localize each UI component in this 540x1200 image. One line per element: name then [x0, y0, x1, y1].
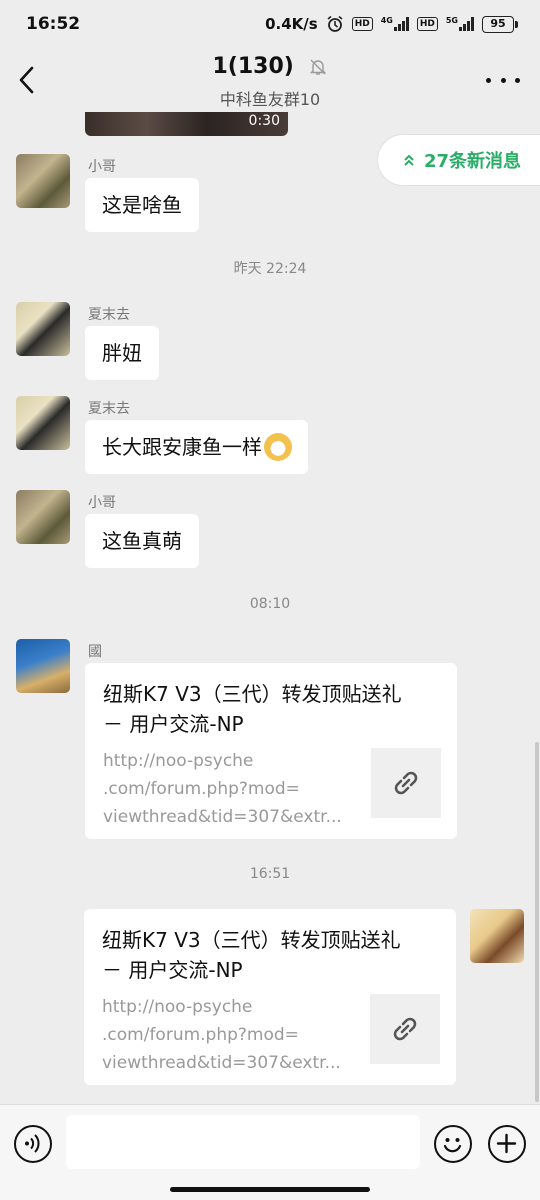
self-avatar[interactable] — [470, 909, 524, 963]
chat-title: 1(130) — [212, 54, 294, 79]
signal-5g: 5G — [446, 17, 474, 31]
sender-name: 小哥 — [88, 495, 116, 511]
message-bubble[interactable]: 长大跟安康鱼一样 — [85, 420, 308, 474]
chat-title-row: 1(130) — [0, 54, 540, 79]
chat-header: 1(130) 中科鱼友群10 — [0, 48, 540, 112]
video-message-thumbnail[interactable]: 0:30 — [85, 112, 288, 136]
avatar[interactable] — [16, 639, 70, 693]
input-bar — [0, 1104, 540, 1200]
sender-name: 國 — [88, 644, 102, 660]
timestamp: 昨天 22:24 — [233, 261, 307, 277]
emoji-button[interactable] — [434, 1125, 472, 1163]
scrollbar[interactable] — [535, 742, 539, 1102]
timestamp: 08:10 — [249, 596, 291, 612]
group-name: 中科鱼友群10 — [219, 90, 321, 109]
message-bubble[interactable]: 这鱼真萌 — [85, 514, 199, 568]
signal-bars-icon — [459, 17, 474, 31]
status-bar: 16:52 0.4K/s HD 4G HD 5G 95 — [0, 0, 540, 48]
message-text: 长大跟安康鱼一样 — [102, 435, 262, 459]
timestamp: 16:51 — [249, 866, 291, 882]
net-speed: 0.4K/s — [265, 15, 318, 33]
sender-name: 夏末去 — [88, 401, 130, 417]
avatar[interactable] — [16, 396, 70, 450]
battery-level: 95 — [482, 15, 514, 33]
message-list[interactable]: 0:30 27条新消息 小哥 这是啥鱼 昨天 22:24 夏末去 胖妞 夏末去 … — [0, 112, 540, 1104]
link-title: 纽斯K7 V3（三代）转发顶贴送礼 － 用户交流-NP — [102, 928, 401, 982]
new-messages-button[interactable]: 27条新消息 — [377, 134, 540, 186]
home-indicator[interactable] — [170, 1187, 370, 1192]
plus-icon — [496, 1133, 517, 1154]
avatar[interactable] — [16, 154, 70, 208]
video-duration: 0:30 — [248, 113, 280, 129]
cat-emoji-icon — [264, 432, 292, 461]
link-icon — [370, 994, 440, 1064]
status-time: 16:52 — [26, 14, 81, 34]
link-url: http://noo-psyche .com/forum.php?mod= vi… — [102, 997, 341, 1073]
link-card[interactable]: 纽斯K7 V3（三代）转发顶贴送礼 － 用户交流-NP http://noo-p… — [85, 663, 457, 839]
sender-name: 小哥 — [88, 159, 116, 175]
new-messages-label: 27条新消息 — [424, 151, 522, 172]
voice-icon — [25, 1134, 40, 1153]
alarm-icon — [327, 15, 343, 32]
double-chevron-up-icon — [404, 154, 414, 166]
signal-bars-icon — [393, 17, 409, 31]
message-bubble[interactable]: 这是啥鱼 — [85, 178, 199, 232]
link-title: 纽斯K7 V3（三代）转发顶贴送礼 － 用户交流-NP — [103, 682, 402, 736]
signal-4g: 4G — [381, 17, 409, 31]
link-card[interactable]: 纽斯K7 V3（三代）转发顶贴送礼 － 用户交流-NP http://noo-p… — [84, 909, 456, 1085]
more-actions-button[interactable] — [488, 1125, 526, 1163]
sender-name: 夏末去 — [88, 307, 130, 323]
more-options-button[interactable] — [486, 68, 520, 92]
hd-badge-2: HD — [416, 17, 438, 31]
link-url: http://noo-psyche .com/forum.php?mod= vi… — [103, 751, 342, 827]
battery-icon: 95 — [482, 15, 518, 33]
voice-input-button[interactable] — [14, 1125, 52, 1163]
link-icon — [371, 748, 441, 818]
status-icons: 0.4K/s HD 4G HD 5G 95 — [265, 15, 518, 33]
message-input[interactable] — [66, 1115, 420, 1169]
smiley-icon — [443, 1138, 462, 1153]
message-bubble[interactable]: 胖妞 — [85, 326, 159, 380]
avatar[interactable] — [16, 490, 70, 544]
hd-badge-1: HD — [351, 17, 373, 31]
muted-bell-icon — [309, 59, 326, 75]
avatar[interactable] — [16, 302, 70, 356]
